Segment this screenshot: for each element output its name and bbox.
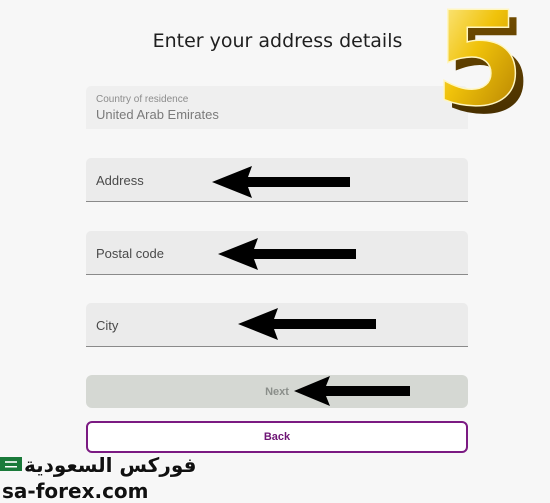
step-number: 5: [434, 0, 524, 132]
back-button[interactable]: Back: [86, 421, 468, 453]
country-label: Country of residence: [96, 94, 189, 105]
step-five-badge: 5 5: [433, 0, 532, 132]
arrow-left-icon: [294, 376, 410, 406]
country-value: United Arab Emirates: [96, 107, 219, 122]
city-placeholder: City: [96, 318, 119, 333]
address-placeholder: Address: [96, 173, 144, 188]
postal-code-placeholder: Postal code: [96, 246, 164, 261]
saudi-flag-icon: [0, 457, 22, 471]
watermark-url: sa-forex.com: [2, 479, 149, 503]
watermark-arabic: فوركس السعودية: [24, 453, 197, 477]
arrow-left-icon: [218, 238, 356, 270]
country-field[interactable]: Country of residence United Arab Emirate…: [86, 86, 468, 129]
arrow-left-icon: [238, 308, 376, 340]
arrow-left-icon: [212, 166, 350, 198]
